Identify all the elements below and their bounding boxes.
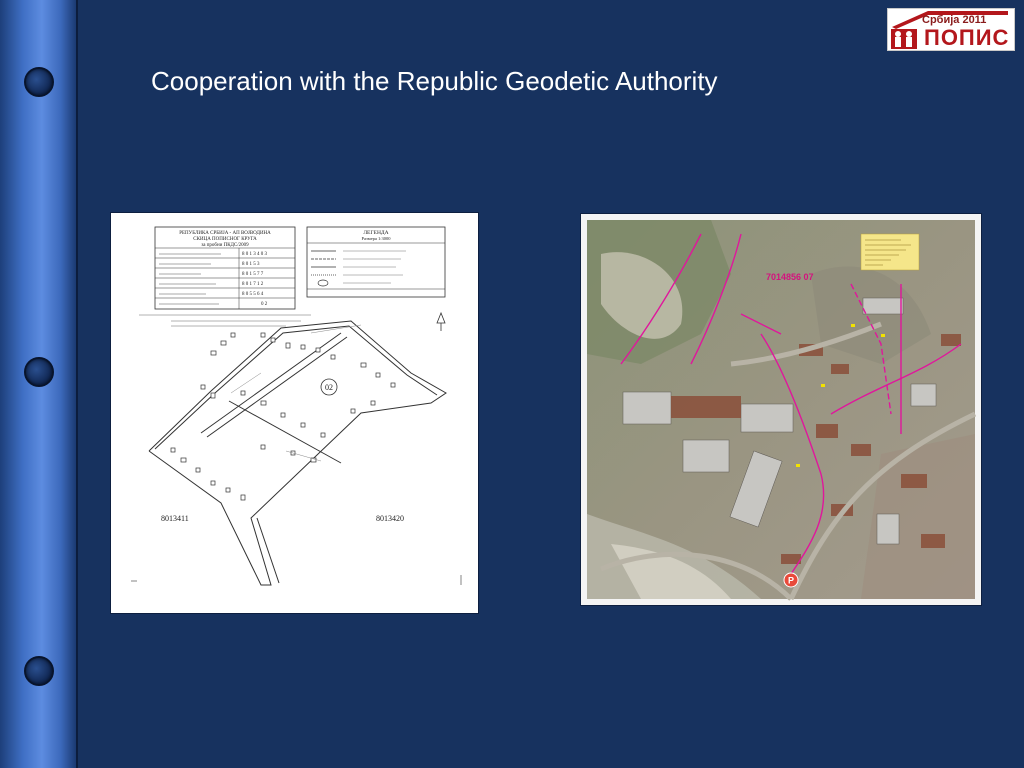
sketch-code: 8 0 1 5 7 7 — [242, 272, 264, 277]
p-marker-icon: P — [783, 572, 799, 588]
sketch-code: 0 2 — [261, 302, 268, 307]
district-number: 02 — [325, 383, 333, 392]
district-number-badge: 02 — [320, 378, 338, 396]
census-logo: Србија 2011 ПОПИС — [887, 8, 1015, 51]
aerial-photo-map: 7014856 07 P — [580, 213, 982, 606]
aerial-parcel-code: 7014856 07 — [766, 272, 814, 282]
census-district-sketch: РЕПУБЛИКА СРБИЈА - АП ВОЈВОДИНА СКИЦА ПО… — [110, 212, 479, 614]
road-labels — [230, 324, 362, 462]
parcel-label-left: 8013411 — [161, 514, 189, 523]
sketch-code: 8 0 1 5 3 — [242, 262, 260, 267]
legend-scale: Размера 1:3000 — [362, 236, 392, 241]
sketch-code: 8 0 1 7 1 2 — [242, 282, 264, 287]
sketch-header-line2: СКИЦА ПОПИСНОГ КРУГА — [193, 237, 257, 242]
sketch-code: 8 0 5 5 6 4 — [242, 292, 264, 297]
sketch-header-line1: РЕПУБЛИКА СРБИЈА - АП ВОЈВОДИНА — [179, 231, 271, 236]
district-outline — [148, 320, 447, 586]
sketch-notes — [139, 314, 311, 327]
parcel-label-right: 8013420 — [376, 514, 404, 523]
north-arrow-icon — [436, 311, 446, 331]
building-blocks — [170, 332, 396, 501]
binder-ring — [24, 357, 54, 387]
sketch-legend: ЛЕГЕНДА Размера 1:3000 — [306, 226, 446, 298]
sketch-header-table: РЕПУБЛИКА СРБИЈА - АП ВОЈВОДИНА СКИЦА ПО… — [154, 226, 296, 310]
p-marker-label: P — [788, 576, 794, 586]
binder-ring — [24, 656, 54, 686]
sketch-header-line3: за пробни ПКДС/2009 — [201, 243, 249, 248]
sketch-code: 8 0 1 3 4 0 3 — [242, 252, 268, 257]
logo-word: ПОПИС — [924, 25, 1010, 50]
slide-title: Cooperation with the Republic Geodetic A… — [151, 66, 718, 96]
binder-ring — [24, 67, 54, 97]
parcel-info-label — [860, 233, 920, 271]
binder-strip — [0, 0, 78, 768]
